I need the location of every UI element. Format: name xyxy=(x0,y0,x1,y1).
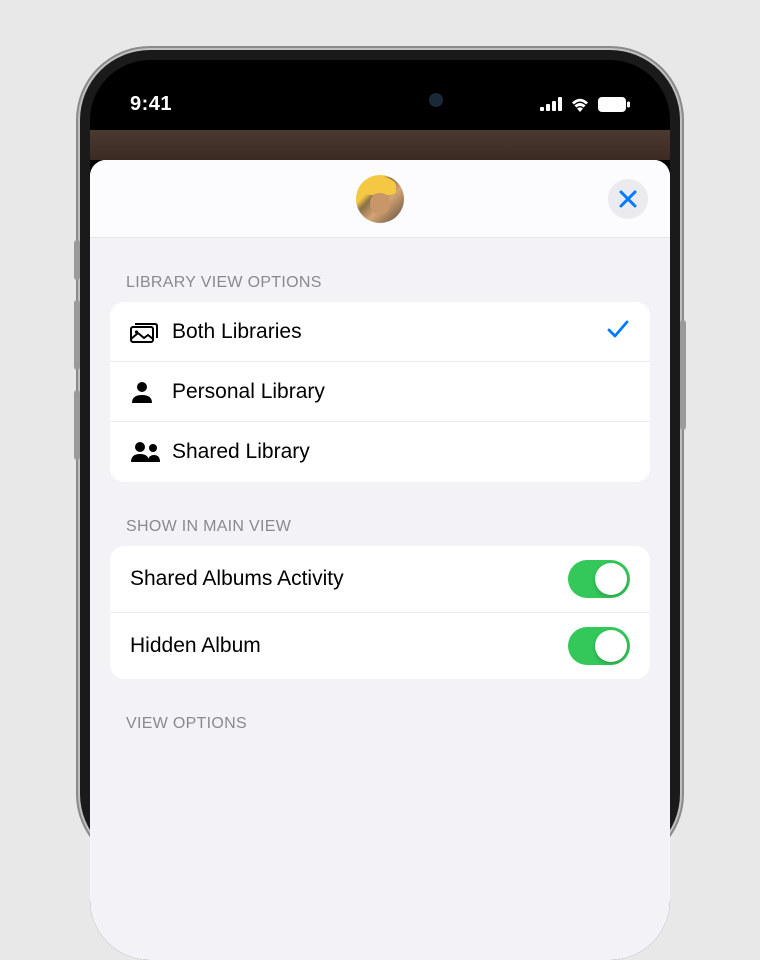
side-button xyxy=(74,300,80,370)
person-icon xyxy=(130,380,164,404)
mainview-toggles-group: Shared Albums Activity Hidden Album xyxy=(110,546,650,679)
wifi-icon xyxy=(570,97,590,112)
checkmark-icon xyxy=(606,317,630,346)
dynamic-island xyxy=(305,80,455,120)
option-label: Both Libraries xyxy=(172,320,606,344)
toggle-hidden-album: Hidden Album xyxy=(110,613,650,679)
mainview-section-header: SHOW IN MAIN VIEW xyxy=(110,482,650,546)
library-options-group: Both Libraries xyxy=(110,302,650,482)
toggle-switch[interactable] xyxy=(568,560,630,598)
side-button xyxy=(74,390,80,460)
people-icon xyxy=(130,441,164,463)
avatar[interactable] xyxy=(356,175,404,223)
screen: 9:41 xyxy=(90,60,670,960)
option-both-libraries[interactable]: Both Libraries xyxy=(110,302,650,362)
toggle-switch[interactable] xyxy=(568,627,630,665)
toggle-label: Hidden Album xyxy=(130,634,568,658)
option-personal-library[interactable]: Personal Library xyxy=(110,362,650,422)
option-label: Shared Library xyxy=(172,440,630,464)
stack-icon xyxy=(130,321,164,343)
sheet-header xyxy=(90,160,670,238)
viewoptions-section-header: VIEW OPTIONS xyxy=(110,679,650,743)
cellular-icon xyxy=(540,97,562,111)
status-time: 9:41 xyxy=(130,93,172,116)
library-section-header: LIBRARY VIEW OPTIONS xyxy=(110,238,650,302)
sheet-backdrop xyxy=(90,130,670,160)
option-shared-library[interactable]: Shared Library xyxy=(110,422,650,482)
phone-frame: 9:41 xyxy=(80,50,680,864)
option-label: Personal Library xyxy=(172,380,630,404)
battery-icon xyxy=(598,97,630,112)
close-button[interactable] xyxy=(608,179,648,219)
camera-icon xyxy=(429,93,443,107)
side-button xyxy=(74,240,80,280)
status-icons xyxy=(540,97,630,112)
toggle-shared-albums: Shared Albums Activity xyxy=(110,546,650,613)
toggle-label: Shared Albums Activity xyxy=(130,567,568,591)
close-icon xyxy=(619,190,637,208)
content: LIBRARY VIEW OPTIONS Both Libraries xyxy=(90,238,670,743)
options-sheet: LIBRARY VIEW OPTIONS Both Libraries xyxy=(90,160,670,960)
side-button xyxy=(680,320,686,430)
